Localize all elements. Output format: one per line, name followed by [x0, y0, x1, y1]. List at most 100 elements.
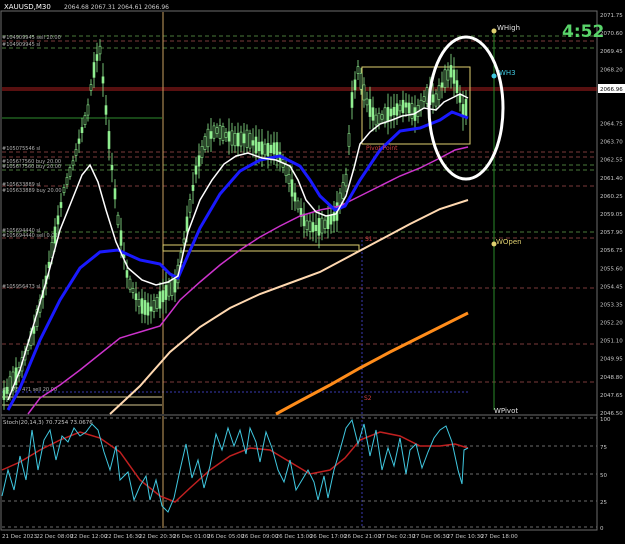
time-tick: 21 Dec 2023: [2, 534, 38, 540]
candle-body: [137, 299, 141, 307]
candle-body: [86, 104, 90, 116]
price-tick: 2051.10: [600, 339, 623, 345]
candle-body: [56, 215, 60, 225]
time-tick: 26 Dec 01:00: [173, 534, 210, 540]
price-tick: 2062.55: [600, 158, 623, 164]
candle-body: [221, 126, 225, 141]
candle-body: [368, 99, 372, 117]
candle-body: [362, 84, 366, 101]
candle-body: [143, 300, 147, 315]
price-tick: 2056.75: [600, 248, 623, 254]
candle-body: [188, 199, 192, 213]
candle-body: [257, 141, 261, 152]
candle-body: [404, 102, 408, 108]
candle-body: [98, 45, 102, 55]
candle-body: [173, 278, 177, 293]
candle-body: [218, 125, 222, 139]
candle-body: [395, 103, 399, 116]
candle-body: [215, 127, 219, 134]
price-tick: 2063.70: [600, 140, 623, 146]
candle-body: [80, 127, 84, 134]
order-label-1: #104909945 sell 20.00: [2, 35, 61, 41]
price-tick: 2047.65: [600, 393, 623, 399]
candle-body: [269, 144, 273, 153]
candle-body: [119, 230, 123, 246]
candle-body: [377, 112, 381, 125]
candle-body: [464, 98, 468, 116]
candle-body: [449, 65, 453, 78]
candle-body: [101, 76, 105, 84]
osc-level-75: 75: [600, 445, 607, 451]
candle-body: [353, 79, 357, 91]
candle-body: [422, 96, 426, 102]
price-tick: 2068.20: [600, 67, 623, 73]
candle-body: [104, 105, 108, 115]
candle-body: [350, 92, 354, 108]
time-tick: 27 Dec 10:30: [447, 534, 484, 540]
order-label-10: #105956473 sl: [2, 284, 40, 290]
time-tick: 22 Dec 20:30: [139, 534, 176, 540]
osc-level-0: 0: [600, 526, 604, 532]
order-label-2: #104909945 sl: [2, 42, 40, 48]
label-whigh: WHigh: [497, 24, 520, 32]
candle-body: [266, 143, 270, 157]
label-pivot-point: Pivot Point: [366, 145, 398, 152]
candle-body: [410, 103, 414, 119]
time-tick: 22 Dec 16:30: [105, 534, 142, 540]
time-tick: 27 Dec 18:00: [481, 534, 518, 540]
candle-body: [164, 285, 168, 300]
candle-body: [341, 182, 345, 199]
candle-body: [59, 202, 63, 208]
candle-body: [290, 179, 294, 197]
candle-body: [329, 214, 333, 225]
chart-canvas[interactable]: XAUUSD,M30 2064.68 2067.31 2064.61 2066.…: [0, 0, 625, 540]
candle-body: [74, 149, 78, 156]
candle-body: [227, 131, 231, 142]
candle-body: [446, 69, 450, 81]
current-price: 2066.96: [600, 87, 623, 93]
candle-body: [284, 164, 288, 177]
candle-body: [431, 94, 435, 103]
price-tick: 2064.75: [600, 122, 623, 128]
osc-level-100: 100: [600, 417, 611, 423]
time-tick: 27 Dec 06:30: [412, 534, 449, 540]
price-tick: 2060.25: [600, 194, 623, 200]
candle-body: [374, 114, 378, 126]
chart-symbol: XAUUSD,M30: [4, 3, 51, 11]
candle-body: [209, 131, 213, 139]
candle-body: [131, 287, 135, 293]
candle-body: [452, 69, 456, 84]
candle-body: [455, 80, 459, 93]
candle-body: [263, 143, 267, 156]
candle-body: [389, 108, 393, 117]
time-tick: 26 Dec 09:00: [241, 534, 278, 540]
candle-body: [194, 165, 198, 175]
price-tick: 2069.45: [600, 49, 623, 55]
candle-body: [167, 282, 171, 297]
time-tick: 22 Dec 08:00: [36, 534, 73, 540]
candle-body: [149, 306, 153, 312]
candle-body: [371, 107, 375, 121]
candle-body: [155, 296, 159, 309]
order-label-3: #105075546 sl: [2, 146, 40, 152]
candle-body: [203, 136, 207, 150]
time-tick: 27 Dec 02:30: [378, 534, 415, 540]
candle-body: [110, 164, 114, 171]
chart-container[interactable]: XAUUSD,M30 2064.68 2067.31 2064.61 2066.…: [0, 0, 625, 544]
price-tick: 2055.60: [600, 266, 623, 272]
label-s2: S2: [364, 395, 372, 402]
price-tick: 2061.40: [600, 176, 623, 182]
whigh-marker: [491, 28, 497, 34]
candle-body: [245, 129, 249, 148]
candle-body: [170, 279, 174, 296]
price-tick: 2070.60: [600, 31, 623, 37]
candle-body: [242, 133, 246, 144]
candle-body: [233, 133, 237, 147]
price-tick: 2054.45: [600, 284, 623, 290]
candle-body: [92, 62, 96, 78]
price-tick: 2071.75: [600, 13, 623, 19]
candle-body: [392, 107, 396, 116]
candle-body: [200, 146, 204, 158]
candle-body: [380, 114, 384, 120]
wopen-marker: [491, 241, 497, 247]
